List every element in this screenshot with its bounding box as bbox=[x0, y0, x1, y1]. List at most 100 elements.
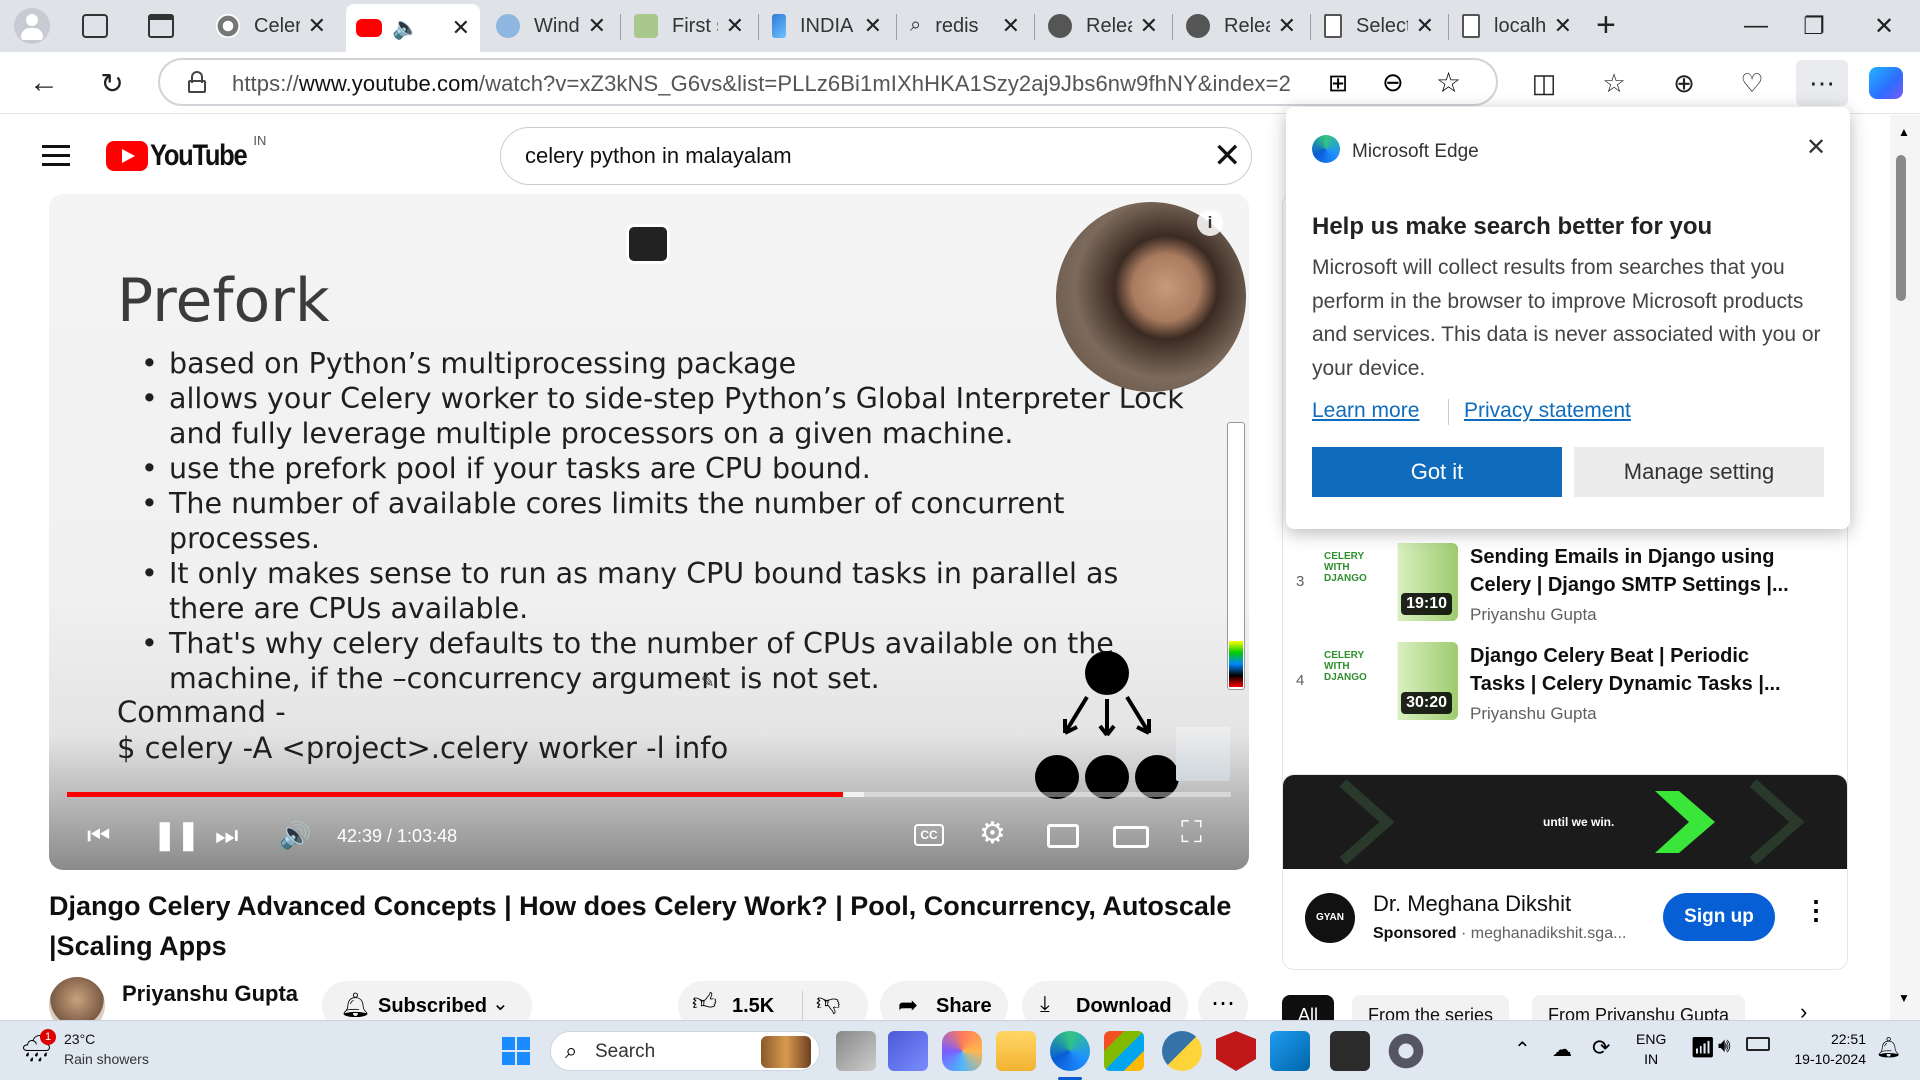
channel-name[interactable]: Priyanshu Gupta bbox=[122, 981, 298, 1007]
playlist-item[interactable]: 3 CELERY WITH DJANGO 19:10 Sending Email… bbox=[1282, 543, 1848, 641]
channel-watermark[interactable] bbox=[1176, 727, 1230, 781]
search-input[interactable]: celery python in malayalam ✕ bbox=[500, 127, 1252, 185]
menu-icon[interactable] bbox=[42, 145, 70, 167]
tab-india[interactable]: INDIA ✕ bbox=[762, 6, 892, 46]
fullscreen-button[interactable]: ⛶ bbox=[1181, 816, 1202, 850]
terminal-icon[interactable] bbox=[1330, 1031, 1370, 1071]
back-button[interactable]: ← bbox=[22, 62, 66, 104]
meet-icon[interactable] bbox=[888, 1031, 928, 1071]
chip-from-the-series[interactable]: From the series bbox=[1352, 995, 1510, 1020]
network-status-icon[interactable]: ☁ bbox=[1552, 1037, 1572, 1062]
volume-icon[interactable]: 🔊 bbox=[279, 820, 311, 851]
tab-releases-1[interactable]: Releases ✕ bbox=[1038, 6, 1168, 46]
speaker-icon[interactable]: 🔈 bbox=[392, 15, 419, 41]
copilot-app-icon[interactable] bbox=[942, 1031, 982, 1071]
close-window-button[interactable]: ✕ bbox=[1856, 8, 1912, 44]
scrollbar-thumb[interactable] bbox=[1896, 155, 1906, 301]
chips-next-icon[interactable]: › bbox=[1800, 999, 1807, 1020]
minimize-button[interactable]: — bbox=[1728, 8, 1784, 44]
address-bar[interactable]: https://www.youtube.com/watch?v=xZ3kNS_G… bbox=[158, 58, 1498, 106]
collections-icon[interactable]: ⊕ bbox=[1662, 62, 1706, 104]
language-indicator[interactable]: ENG IN bbox=[1636, 1029, 1666, 1069]
vscode-icon[interactable] bbox=[1270, 1031, 1310, 1071]
close-tab-icon[interactable]: ✕ bbox=[1140, 13, 1158, 39]
clear-search-icon[interactable]: ✕ bbox=[1213, 136, 1242, 176]
scroll-down-icon[interactable]: ▼ bbox=[1898, 991, 1910, 1005]
scroll-up-icon[interactable]: ▲ bbox=[1898, 125, 1910, 139]
new-tab-button[interactable]: + bbox=[1596, 6, 1616, 45]
chip-all[interactable]: All bbox=[1282, 995, 1335, 1020]
ad-card[interactable]: until we win. GYAN Dr. Meghana Dikshit S… bbox=[1282, 774, 1848, 970]
share-button[interactable]: ➦ Share bbox=[880, 981, 1008, 1020]
settings-app-icon[interactable] bbox=[1386, 1031, 1426, 1071]
privacy-statement-link[interactable]: Privacy statement bbox=[1448, 399, 1631, 423]
page-scrollbar[interactable]: ▲ ▼ bbox=[1890, 115, 1920, 1020]
mcafee-icon[interactable] bbox=[1216, 1031, 1256, 1071]
exit-miniplayer-icon[interactable] bbox=[626, 224, 670, 264]
close-tab-icon[interactable]: ✕ bbox=[308, 13, 326, 39]
workspaces-icon[interactable] bbox=[82, 14, 108, 38]
edge-taskbar-icon[interactable] bbox=[1050, 1031, 1090, 1071]
close-tab-icon[interactable]: ✕ bbox=[452, 15, 470, 41]
previous-button[interactable]: ⏮ bbox=[87, 820, 110, 852]
tab-youtube-active[interactable]: 🔈 ✕ bbox=[346, 4, 480, 52]
store-icon[interactable] bbox=[1104, 1031, 1144, 1071]
more-actions-button[interactable]: ⋯ bbox=[1198, 981, 1248, 1020]
tab-celery[interactable]: Celery ✕ bbox=[206, 6, 336, 46]
wifi-icon[interactable]: 📶︎ bbox=[1690, 1035, 1715, 1060]
volume-tray-icon[interactable]: 🔊︎ bbox=[1718, 1035, 1731, 1058]
subscribed-button[interactable]: 🔔︎ Subscribed ⌄ bbox=[322, 981, 532, 1020]
python-icon[interactable] bbox=[1162, 1031, 1202, 1071]
copilot-icon[interactable] bbox=[1864, 62, 1908, 104]
close-tab-icon[interactable]: ✕ bbox=[588, 13, 606, 39]
refresh-button[interactable]: ↻ bbox=[90, 62, 134, 104]
video-thumbnail[interactable]: CELERY WITH DJANGO 19:10 bbox=[1322, 543, 1458, 621]
learn-more-link[interactable]: Learn more bbox=[1312, 399, 1419, 423]
close-tab-icon[interactable]: ✕ bbox=[1554, 13, 1572, 39]
tab-redis[interactable]: ⌕ redis ✕ bbox=[900, 6, 1030, 46]
browser-essentials-icon[interactable]: ♡ bbox=[1730, 62, 1774, 104]
zoom-out-icon[interactable]: ⊖ bbox=[1382, 67, 1404, 98]
sync-icon[interactable]: ⟳ bbox=[1592, 1035, 1610, 1061]
close-tab-icon[interactable]: ✕ bbox=[1278, 13, 1296, 39]
taskbar-search[interactable]: ⌕ Search bbox=[550, 1031, 820, 1071]
tab-select[interactable]: Select ✕ bbox=[1314, 6, 1444, 46]
ad-signup-button[interactable]: Sign up bbox=[1663, 893, 1775, 941]
split-screen-icon[interactable]: ◫ bbox=[1522, 62, 1566, 104]
battery-icon[interactable] bbox=[1746, 1037, 1770, 1051]
settings-gear-icon[interactable]: ⚙ bbox=[979, 816, 1006, 851]
popup-close-icon[interactable]: ✕ bbox=[1806, 133, 1826, 162]
next-button[interactable]: ⏭ bbox=[215, 820, 238, 852]
manage-setting-button[interactable]: Manage setting bbox=[1574, 447, 1824, 497]
ad-more-icon[interactable]: ⋮ bbox=[1803, 895, 1829, 926]
progress-bar[interactable] bbox=[67, 792, 1231, 797]
miniplayer-button[interactable] bbox=[1047, 824, 1079, 848]
close-tab-icon[interactable]: ✕ bbox=[1416, 13, 1434, 39]
tab-localhost[interactable]: localhost ✕ bbox=[1452, 6, 1582, 46]
close-tab-icon[interactable]: ✕ bbox=[864, 13, 882, 39]
close-tab-icon[interactable]: ✕ bbox=[726, 13, 744, 39]
apps-icon[interactable]: ⊞ bbox=[1328, 69, 1348, 98]
tab-actions-icon[interactable] bbox=[148, 14, 174, 38]
playlist-item[interactable]: 4 CELERY WITH DJANGO 30:20 Django Celery… bbox=[1282, 642, 1848, 740]
theater-mode-button[interactable] bbox=[1113, 826, 1149, 848]
video-player[interactable]: Prefork based on Python’s multiprocessin… bbox=[49, 194, 1249, 870]
file-explorer-icon[interactable] bbox=[996, 1031, 1036, 1071]
dislike-button[interactable]: 👎︎ bbox=[816, 989, 840, 1017]
like-button[interactable]: 👍︎ bbox=[692, 989, 717, 1017]
pause-button[interactable]: ❚❚ bbox=[153, 818, 200, 851]
lock-icon[interactable] bbox=[188, 71, 206, 93]
notification-bell-icon[interactable]: 🔔︎ bbox=[1876, 1035, 1901, 1060]
download-button[interactable]: ⤓ Download bbox=[1022, 981, 1188, 1020]
favorites-icon[interactable]: ☆ bbox=[1592, 62, 1636, 104]
task-view-icon[interactable] bbox=[836, 1031, 876, 1071]
video-thumbnail[interactable]: CELERY WITH DJANGO 30:20 bbox=[1322, 642, 1458, 720]
tab-windows[interactable]: Windows ✕ bbox=[486, 6, 616, 46]
chip-from-channel[interactable]: From Priyanshu Gupta bbox=[1532, 995, 1746, 1020]
settings-more-button[interactable]: ⋯ bbox=[1796, 60, 1848, 106]
youtube-logo[interactable]: YouTube IN bbox=[106, 133, 266, 173]
annotation-toolbar[interactable] bbox=[1227, 422, 1245, 690]
info-icon[interactable]: i bbox=[1197, 210, 1223, 236]
restore-button[interactable]: ❐ bbox=[1786, 8, 1842, 44]
clock[interactable]: 22:51 19-10-2024 bbox=[1794, 1029, 1866, 1069]
